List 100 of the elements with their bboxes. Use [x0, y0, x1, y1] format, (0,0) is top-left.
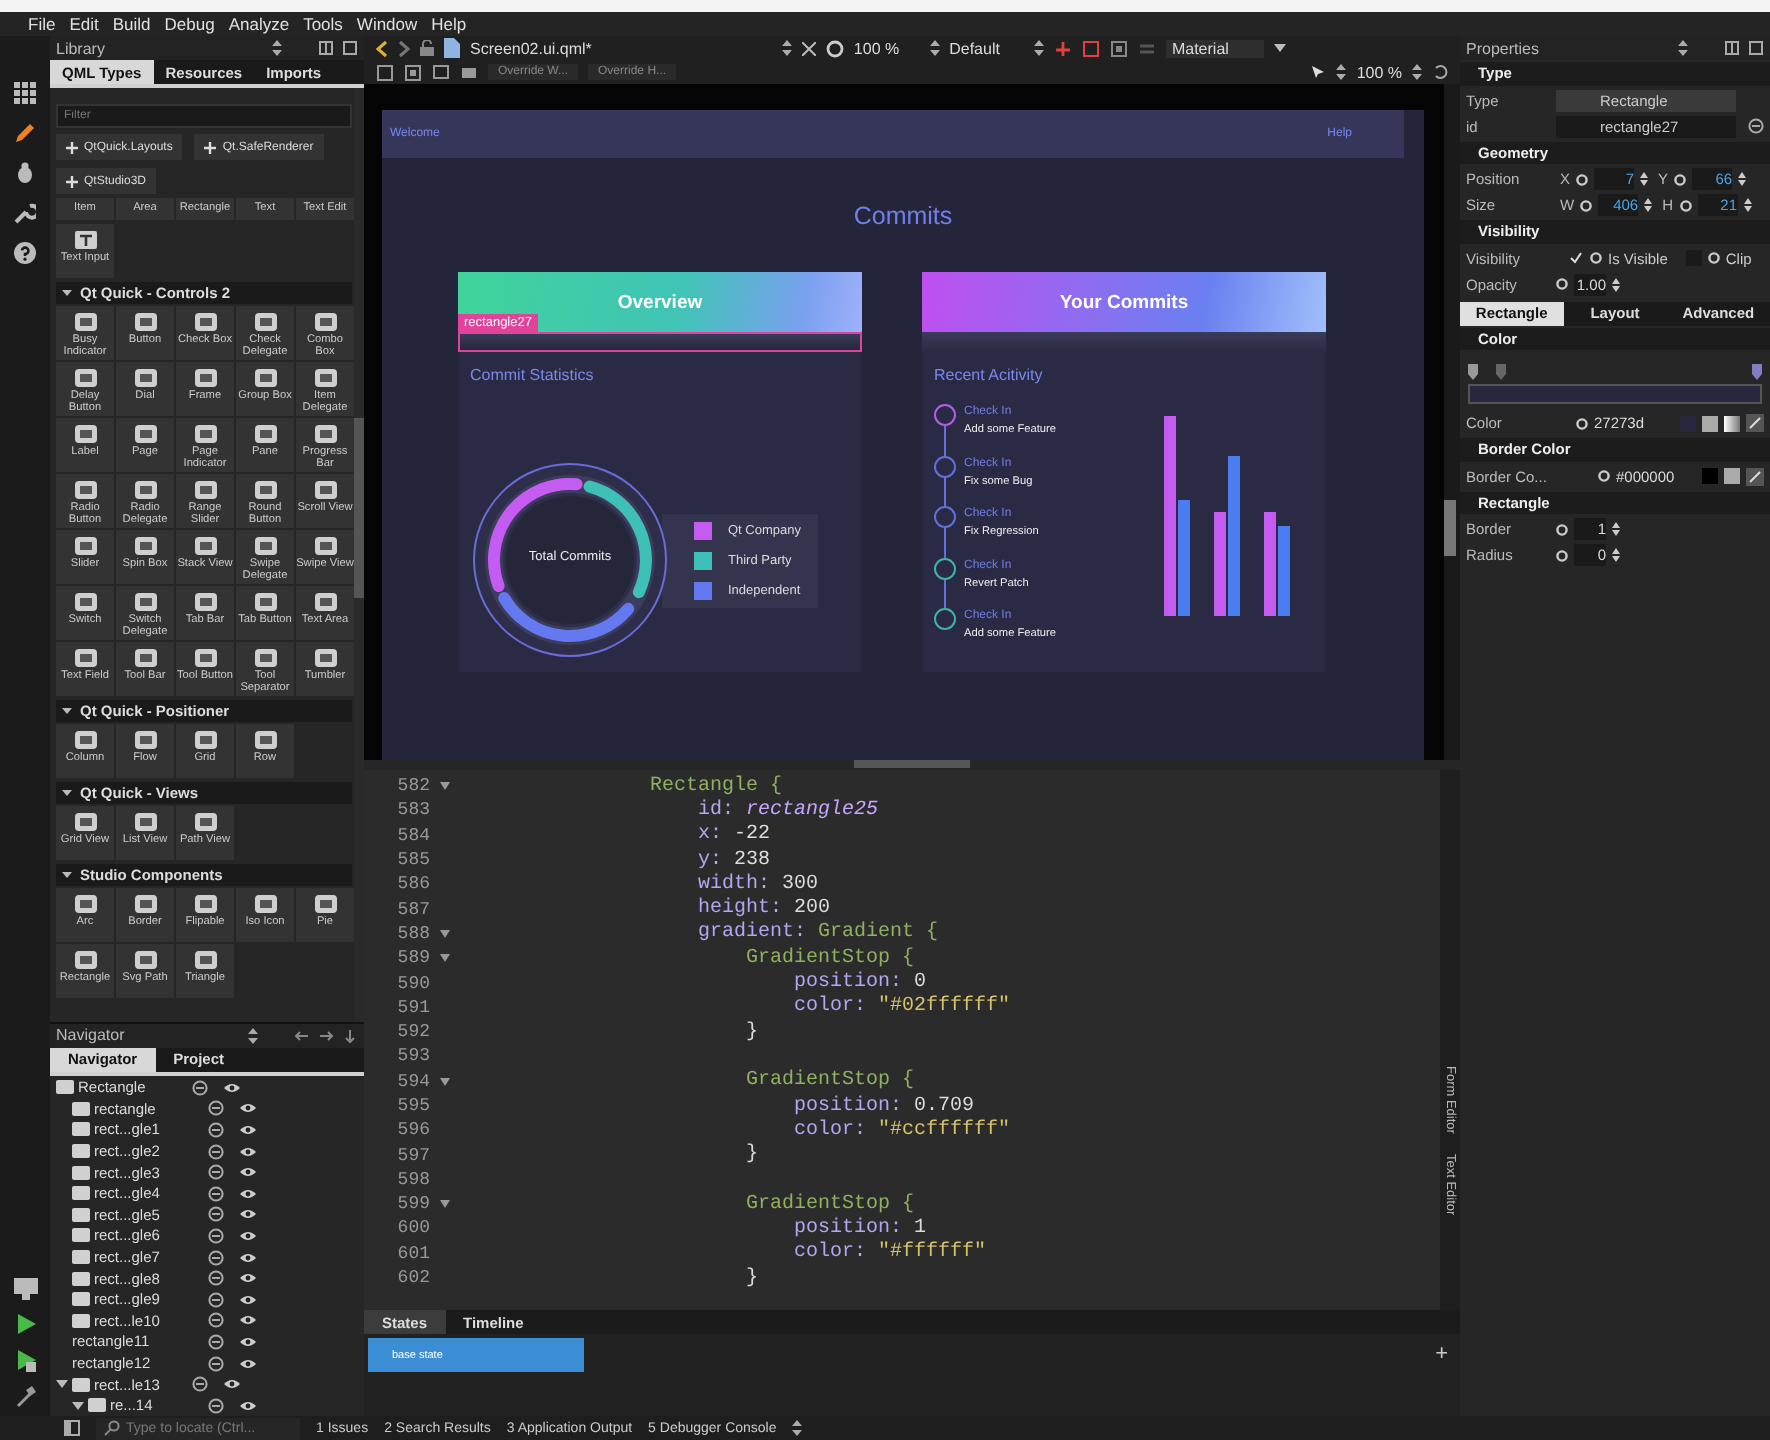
arrow-left-icon[interactable]	[294, 1027, 310, 1043]
binding-icon[interactable]	[1556, 278, 1568, 290]
eye-icon[interactable]	[240, 1102, 256, 1115]
link-icon[interactable]	[208, 1355, 224, 1372]
binding-icon[interactable]	[1598, 470, 1610, 482]
link-icon[interactable]	[208, 1143, 224, 1160]
eye-icon[interactable]	[240, 1272, 256, 1285]
binding-icon[interactable]	[1580, 199, 1593, 211]
scrollbar-thumb[interactable]	[354, 418, 364, 598]
screen-icon[interactable]	[432, 63, 450, 81]
selection-frame[interactable]	[458, 332, 862, 352]
close-icon[interactable]	[801, 41, 816, 55]
link-icon[interactable]	[1748, 118, 1764, 134]
spin-arrows-icon[interactable]	[1612, 277, 1620, 291]
gradient-stop-icon[interactable]	[1468, 364, 1478, 380]
fold-arrow-icon[interactable]	[439, 954, 449, 963]
link-icon[interactable]	[192, 1376, 208, 1393]
scrollbar-thumb[interactable]	[1444, 500, 1456, 556]
eye-icon[interactable]	[240, 1166, 256, 1179]
up-down-icon[interactable]	[1678, 40, 1688, 56]
eye-icon[interactable]	[240, 1187, 256, 1200]
spin-arrows-icon[interactable]	[1743, 198, 1752, 212]
binding-icon[interactable]	[1707, 252, 1720, 264]
layout-icon[interactable]	[1109, 39, 1128, 57]
binding-icon[interactable]	[1556, 549, 1568, 561]
link-icon[interactable]	[208, 1100, 224, 1117]
arrow-down-icon[interactable]	[342, 1027, 358, 1043]
eye-icon[interactable]	[240, 1335, 256, 1348]
close-icon[interactable]	[1748, 40, 1764, 56]
link-icon[interactable]	[208, 1121, 224, 1138]
menu-item[interactable]: Edit	[69, 14, 99, 34]
binding-icon[interactable]	[1556, 523, 1568, 535]
link-icon[interactable]	[208, 1227, 224, 1244]
binding-icon[interactable]	[1590, 252, 1602, 264]
menu-item[interactable]: Debug	[164, 14, 215, 34]
link-icon[interactable]	[208, 1312, 224, 1329]
spin-arrows-icon[interactable]	[1640, 172, 1649, 186]
spin-arrows-icon[interactable]	[1644, 198, 1653, 212]
frame-icon[interactable]	[1081, 39, 1100, 57]
eye-icon[interactable]	[240, 1357, 256, 1370]
link-icon[interactable]	[192, 1079, 208, 1096]
eye-icon[interactable]	[240, 1123, 256, 1136]
zoom-level[interactable]: 100 %	[1356, 63, 1402, 81]
link-icon[interactable]	[208, 1397, 224, 1414]
up-down-icon[interactable]	[781, 40, 792, 56]
link-icon[interactable]	[208, 1185, 224, 1202]
binding-icon[interactable]	[1674, 173, 1687, 185]
eye-icon[interactable]	[240, 1145, 256, 1158]
undo-icon[interactable]	[1432, 64, 1448, 80]
zoom-level[interactable]: 100 %	[853, 39, 900, 57]
up-down-icon[interactable]	[1033, 40, 1044, 56]
expand-arrow-icon[interactable]	[72, 1399, 84, 1412]
solid-fill-button[interactable]	[1702, 415, 1718, 431]
up-down-icon[interactable]	[1336, 64, 1347, 80]
gradient-stop-icon[interactable]	[1496, 364, 1506, 380]
spin-arrows-icon[interactable]	[1612, 548, 1620, 562]
fold-arrow-icon[interactable]	[439, 782, 449, 791]
menu-item[interactable]: Help	[431, 14, 467, 34]
menu-item[interactable]: Analyze	[228, 14, 290, 34]
color-swatch[interactable]	[1702, 468, 1718, 484]
binding-icon[interactable]	[1576, 417, 1588, 429]
up-down-icon[interactable]	[272, 40, 282, 56]
up-down-icon[interactable]	[1412, 64, 1422, 80]
link-icon[interactable]	[208, 1291, 224, 1308]
split-icon[interactable]	[318, 40, 334, 56]
menu-item[interactable]: Build	[112, 14, 151, 34]
split-icon[interactable]	[1724, 40, 1740, 56]
eye-icon[interactable]	[240, 1293, 256, 1306]
link-icon[interactable]	[208, 1206, 224, 1223]
link-icon[interactable]	[208, 1164, 224, 1181]
menu-item[interactable]: Tools	[303, 14, 343, 34]
gradient-stop-icon[interactable]	[1752, 364, 1762, 380]
eye-icon[interactable]	[224, 1081, 240, 1094]
eyedropper-icon[interactable]	[1746, 414, 1764, 432]
dropdown-caret-icon[interactable]	[1274, 44, 1287, 52]
sidebar-toggle-icon[interactable]	[64, 1420, 80, 1436]
eye-icon[interactable]	[240, 1208, 256, 1221]
style-selector[interactable]: Default	[949, 39, 1000, 57]
link-icon[interactable]	[208, 1249, 224, 1266]
eye-icon[interactable]	[224, 1378, 240, 1391]
fold-arrow-icon[interactable]	[439, 1077, 449, 1086]
binding-icon[interactable]	[1679, 199, 1692, 211]
close-icon[interactable]	[342, 40, 358, 56]
eye-icon[interactable]	[240, 1314, 256, 1327]
spin-arrows-icon[interactable]	[1738, 172, 1747, 186]
eye-icon[interactable]	[240, 1251, 256, 1264]
gradient-fill-button[interactable]	[1724, 415, 1740, 431]
checkbox[interactable]	[1568, 250, 1584, 266]
lock-icon[interactable]	[420, 40, 434, 56]
menu-item[interactable]: File	[28, 14, 56, 34]
splitter-handle[interactable]	[854, 760, 970, 768]
fold-arrow-icon[interactable]	[439, 1200, 449, 1209]
cursor-icon[interactable]	[1310, 64, 1327, 80]
up-down-icon[interactable]	[929, 40, 940, 56]
fold-arrow-icon[interactable]	[439, 929, 449, 938]
zoom-icon[interactable]	[825, 39, 844, 57]
theme-selector[interactable]: Material	[1165, 39, 1265, 57]
eyedropper-icon[interactable]	[1746, 467, 1764, 485]
eye-icon[interactable]	[240, 1399, 256, 1412]
arrow-right-icon[interactable]	[318, 1027, 334, 1043]
